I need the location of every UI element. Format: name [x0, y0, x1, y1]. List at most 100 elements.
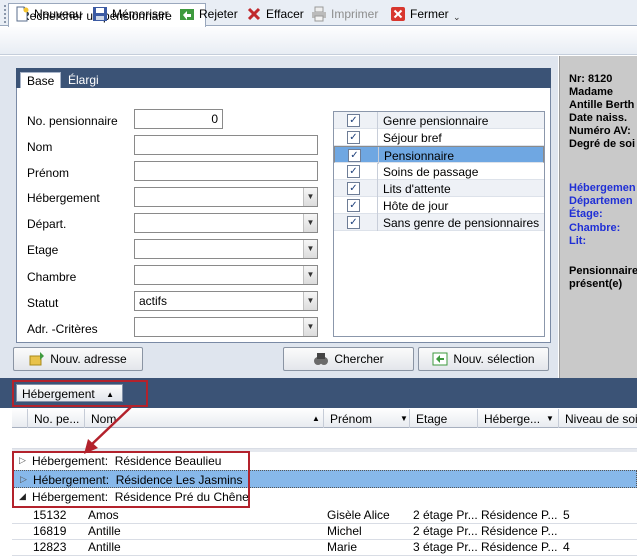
checkbox-checked-icon[interactable]: ✓ [347, 216, 360, 229]
new-address-button-label: Nouv. adresse [50, 352, 127, 366]
cell-prenom: Gisèle Alice [327, 508, 390, 522]
checklist-item-label: Lits d'attente [383, 182, 451, 196]
cell-etage: 2 étage Pr... [413, 524, 478, 538]
filter-icon: ▼ [546, 414, 554, 423]
print-button-label: Imprimer [331, 7, 379, 21]
chambre-label: Chambre [27, 270, 77, 284]
save-button[interactable]: Mémoriser [92, 4, 169, 24]
checklist-item[interactable]: ✓ Lits d'attente [334, 180, 544, 197]
search-button[interactable]: Chercher [283, 347, 414, 371]
statut-select-value: actifs [139, 294, 168, 308]
group-chip-label: Hébergement [22, 387, 95, 401]
cell-no: 16819 [33, 524, 67, 538]
chambre-select[interactable]: ▼ [134, 265, 318, 285]
cell-nom: Amos [88, 508, 119, 522]
column-niveau-de-soin[interactable]: Niveau de soin [558, 409, 637, 428]
toolbar-grip[interactable] [4, 5, 7, 23]
info-status-line-2: présent(e) [569, 278, 623, 290]
nom-field[interactable] [134, 135, 318, 155]
close-button-label: Fermer [410, 7, 449, 21]
column-prenom[interactable]: Prénom ▼ [323, 409, 409, 428]
no-pensionnaire-field[interactable]: 0 [134, 109, 223, 129]
chevron-down-icon[interactable]: ▼ [303, 240, 317, 258]
cell-niveau: 4 [563, 540, 570, 554]
column-etage[interactable]: Etage [409, 409, 477, 428]
column-hebergement[interactable]: Héberge... ▼ [477, 409, 558, 428]
new-button[interactable]: Nouveau [14, 4, 82, 24]
adr-criteres-label: Adr. -Critères [27, 322, 98, 336]
hebergement-select[interactable]: ▼ [134, 187, 318, 207]
tab-base[interactable]: Base [20, 72, 62, 88]
sort-ascending-icon: ▲ [312, 414, 320, 423]
checklist-item[interactable]: ✓ Soins de passage [334, 163, 544, 180]
checkbox-checked-icon[interactable]: ✓ [347, 165, 360, 178]
no-pensionnaire-label: No. pensionnaire [27, 114, 118, 128]
cell-no: 15132 [33, 508, 67, 522]
checklist-header-row[interactable]: ✓ Genre pensionnaire [334, 112, 544, 129]
checkbox-checked-icon[interactable]: ✓ [348, 149, 361, 162]
new-address-button[interactable]: Nouv. adresse [13, 347, 143, 371]
chevron-down-icon[interactable]: ▼ [303, 188, 317, 206]
checklist-item-label: Soins de passage [383, 165, 479, 179]
filter-icon: ▼ [400, 414, 408, 423]
info-name: Antille Berth [569, 99, 635, 111]
info-etage: Étage: [569, 208, 603, 220]
cell-niveau: 5 [563, 508, 570, 522]
checkbox-checked-icon[interactable]: ✓ [347, 131, 360, 144]
column-prenom-label: Prénom [330, 412, 373, 426]
group-chip-hebergement[interactable]: Hébergement ▲ [16, 384, 123, 402]
checklist-item[interactable]: ✓ Sans genre de pensionnaires [334, 214, 544, 231]
reject-button[interactable]: Rejeter [179, 4, 238, 24]
prenom-label: Prénom [27, 166, 70, 180]
checkbox-checked-icon[interactable]: ✓ [347, 182, 360, 195]
hebergement-label: Hébergement [27, 191, 100, 205]
etage-label: Etage [27, 243, 59, 257]
statut-select[interactable]: actifs ▼ [134, 291, 318, 311]
cell-etage: 2 étage Pr... [413, 508, 478, 522]
chevron-down-icon[interactable]: ▼ [303, 292, 317, 310]
cell-hebergement: Résidence P... [481, 524, 558, 538]
cell-hebergement: Résidence P... [481, 540, 558, 554]
tab-elargi[interactable]: Élargi [62, 72, 105, 88]
checkbox-checked-icon[interactable]: ✓ [347, 199, 360, 212]
chevron-down-icon[interactable]: ▼ [303, 214, 317, 232]
save-button-label: Mémoriser [112, 7, 169, 21]
cell-no: 12823 [33, 540, 67, 554]
close-box-icon [390, 6, 406, 22]
cell-nom: Antille [88, 524, 121, 538]
statut-label: Statut [27, 296, 59, 310]
info-number: Nr: 8120 [569, 73, 613, 85]
etage-select[interactable]: ▼ [134, 239, 318, 259]
adr-criteres-select[interactable]: ▼ [134, 317, 318, 337]
undo-arrow-icon [179, 6, 195, 22]
checklist-item-label: Pensionnaire [384, 149, 455, 163]
info-departement: Départemen [569, 195, 633, 207]
sort-ascending-icon: ▲ [106, 390, 114, 399]
cell-prenom: Michel [327, 524, 362, 538]
chevron-down-icon[interactable]: ▼ [303, 266, 317, 284]
printer-icon [311, 6, 327, 22]
table-row[interactable]: 12823 Antille Marie 3 étage Pr... Réside… [12, 538, 637, 556]
cell-nom: Antille [88, 540, 121, 554]
floppy-disk-icon [92, 6, 108, 22]
chevron-down-icon[interactable]: ▼ [303, 318, 317, 336]
clear-button[interactable]: Effacer [246, 4, 304, 24]
info-avs-number: Numéro AV: [569, 125, 631, 137]
new-selection-button-label: Nouv. sélection [453, 352, 535, 366]
depart-select[interactable]: ▼ [134, 213, 318, 233]
checklist-item[interactable]: ✓ Hôte de jour [334, 197, 544, 214]
clear-button-label: Effacer [266, 7, 304, 21]
checklist-item-label: Genre pensionnaire [383, 114, 489, 128]
checklist-item-selected[interactable]: ✓ Pensionnaire [334, 146, 544, 164]
close-button[interactable]: Fermer [390, 4, 449, 24]
checklist-item[interactable]: ✓ Séjour bref [334, 129, 544, 146]
refresh-selection-icon [432, 351, 448, 367]
prenom-field[interactable] [134, 161, 318, 181]
new-selection-button[interactable]: Nouv. sélection [418, 347, 549, 371]
cell-hebergement: Résidence P... [481, 508, 558, 522]
toolbar-overflow-icon[interactable]: ⌄ [453, 12, 461, 23]
checkbox-checked-icon[interactable]: ✓ [347, 114, 360, 127]
new-document-icon [14, 6, 30, 22]
info-hebergement: Hébergemen [569, 182, 636, 194]
print-button[interactable]: Imprimer [311, 4, 378, 24]
